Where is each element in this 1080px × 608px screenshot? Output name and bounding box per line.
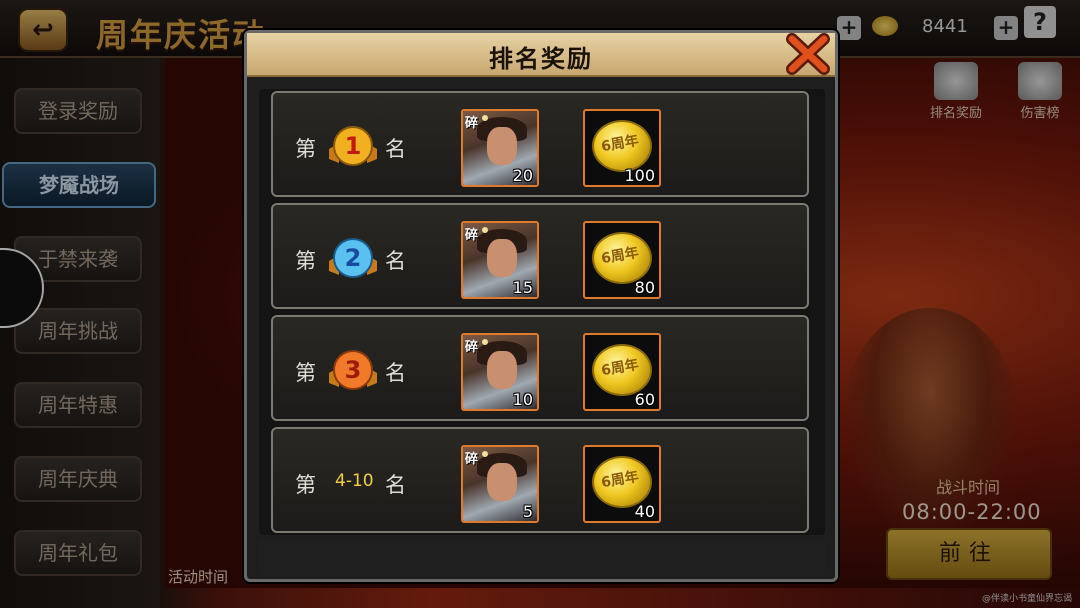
hero-fragment-item[interactable]: 碎 20 bbox=[461, 109, 539, 187]
fragment-tag: 碎 bbox=[465, 116, 479, 131]
close-x-icon bbox=[786, 33, 830, 75]
hero-fragment-item[interactable]: 碎 10 bbox=[461, 333, 539, 411]
fragment-tag: 碎 bbox=[465, 228, 479, 243]
silver-medal-icon: 2 bbox=[329, 238, 377, 278]
reward-row-rank-2: 第 2 名 碎 15 6周年 80 bbox=[271, 203, 809, 309]
rank-suffix: 名 bbox=[385, 249, 406, 273]
reward-row-rank-1: 第 1 名 碎 20 6周年 100 bbox=[271, 91, 809, 197]
dialog-footer bbox=[259, 539, 825, 575]
medal-rank-number: 1 bbox=[345, 132, 362, 160]
item-count: 10 bbox=[512, 390, 533, 409]
gold-medal-icon: 1 bbox=[329, 126, 377, 166]
hero-fragment-item[interactable]: 碎 15 bbox=[461, 221, 539, 299]
item-count: 20 bbox=[512, 166, 533, 185]
fragment-tag: 碎 bbox=[465, 340, 479, 355]
hero-fragment-item[interactable]: 碎 5 bbox=[461, 445, 539, 523]
dialog-title: 排名奖励 bbox=[489, 45, 593, 73]
anniversary-coin-item[interactable]: 6周年 100 bbox=[583, 109, 661, 187]
rank-suffix: 名 bbox=[385, 137, 406, 161]
anniversary-coin-item[interactable]: 6周年 80 bbox=[583, 221, 661, 299]
rank-prefix: 第 bbox=[295, 249, 316, 273]
bronze-medal-icon: 3 bbox=[329, 350, 377, 390]
item-count: 15 bbox=[512, 278, 533, 297]
ranking-reward-dialog: 排名奖励 第 1 名 碎 20 6周年 100 第 2 名 碎 15 6周年 8… bbox=[244, 30, 838, 582]
item-count: 60 bbox=[634, 390, 655, 409]
reward-list[interactable]: 第 1 名 碎 20 6周年 100 第 2 名 碎 15 6周年 80 第 3… bbox=[259, 89, 825, 535]
rank-prefix: 第 bbox=[295, 361, 316, 385]
item-count: 5 bbox=[522, 502, 533, 521]
item-count: 40 bbox=[634, 502, 655, 521]
reward-row-rank-3: 第 3 名 碎 10 6周年 60 bbox=[271, 315, 809, 421]
item-count: 100 bbox=[624, 166, 655, 185]
rank-suffix: 名 bbox=[385, 361, 406, 385]
rank-prefix: 第 bbox=[295, 473, 316, 497]
anniversary-coin-item[interactable]: 6周年 40 bbox=[583, 445, 661, 523]
item-count: 80 bbox=[634, 278, 655, 297]
close-button[interactable] bbox=[783, 31, 833, 77]
medal-rank-number: 3 bbox=[345, 356, 362, 384]
rank-range: 4-10 bbox=[335, 471, 374, 491]
rank-suffix: 名 bbox=[385, 473, 406, 497]
medal-rank-number: 2 bbox=[345, 244, 362, 272]
dialog-header: 排名奖励 bbox=[247, 33, 835, 77]
rank-prefix: 第 bbox=[295, 137, 316, 161]
fragment-tag: 碎 bbox=[465, 452, 479, 467]
anniversary-coin-item[interactable]: 6周年 60 bbox=[583, 333, 661, 411]
reward-row-rank-4-10: 第 4-10 名 碎 5 6周年 40 bbox=[271, 427, 809, 533]
